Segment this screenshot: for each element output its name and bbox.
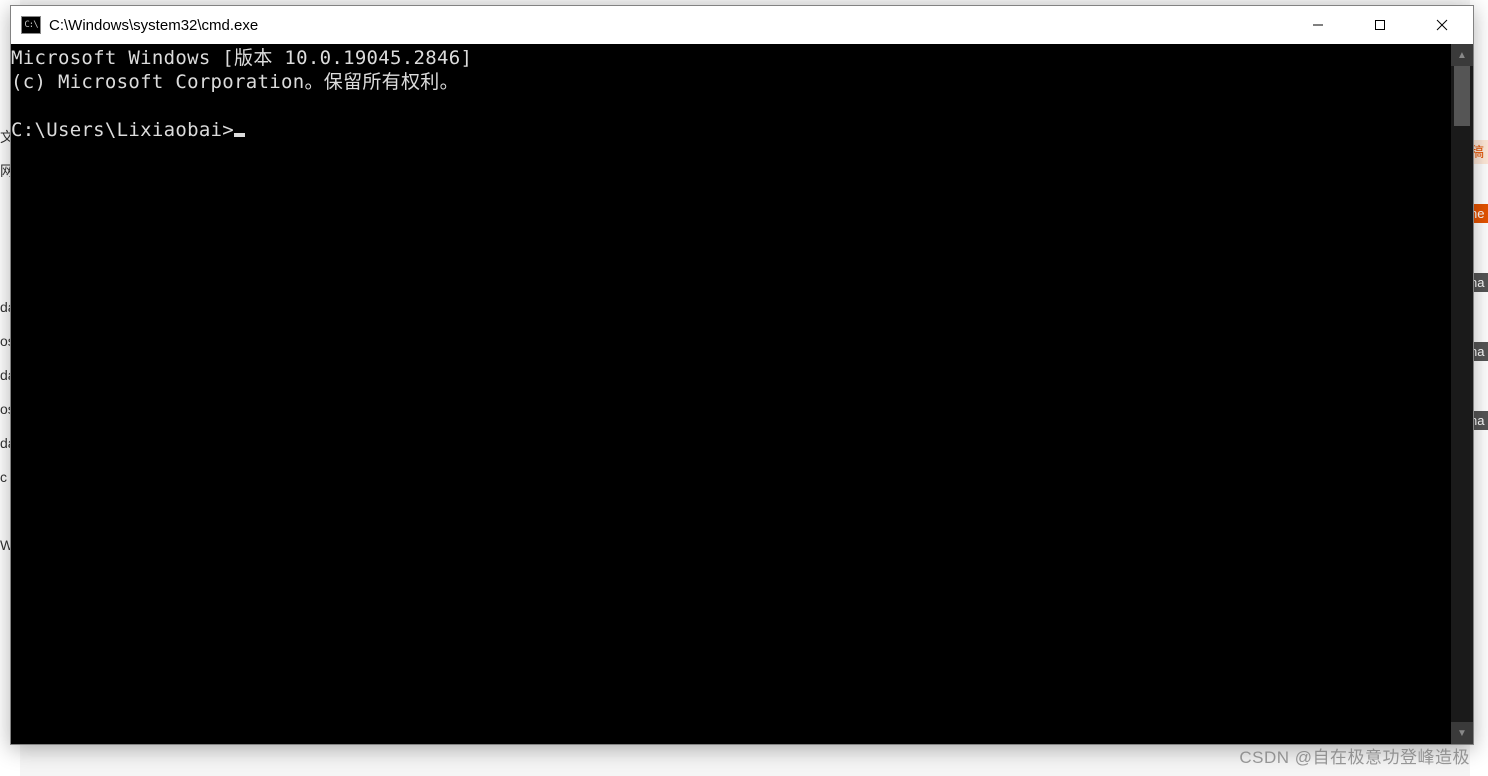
scroll-thumb[interactable] — [1454, 66, 1470, 126]
close-icon — [1436, 19, 1448, 31]
scroll-down-button[interactable]: ▼ — [1451, 722, 1473, 744]
maximize-button[interactable] — [1349, 6, 1411, 44]
window-title: C:\Windows\system32\cmd.exe — [49, 17, 1287, 34]
watermark-text: CSDN @自在极意功登峰造极 — [1239, 743, 1470, 768]
scroll-track[interactable] — [1451, 66, 1473, 722]
version-line: Microsoft Windows [版本 10.0.19045.2846] — [11, 47, 472, 69]
prompt: C:\Users\Lixiaobai> — [11, 119, 234, 141]
close-button[interactable] — [1411, 6, 1473, 44]
minimize-icon — [1312, 19, 1324, 31]
cmd-icon: C:\ — [21, 16, 41, 34]
console-area: Microsoft Windows [版本 10.0.19045.2846] (… — [11, 44, 1473, 744]
window-controls — [1287, 6, 1473, 44]
cmd-window: C:\ C:\Windows\system32\cmd.exe Microsof… — [10, 5, 1474, 745]
titlebar[interactable]: C:\ C:\Windows\system32\cmd.exe — [11, 6, 1473, 44]
maximize-icon — [1374, 19, 1386, 31]
copyright-line: (c) Microsoft Corporation。保留所有权利。 — [11, 71, 459, 93]
console-output[interactable]: Microsoft Windows [版本 10.0.19045.2846] (… — [11, 44, 1451, 744]
cursor-icon — [234, 133, 245, 137]
minimize-button[interactable] — [1287, 6, 1349, 44]
scroll-up-button[interactable]: ▲ — [1451, 44, 1473, 66]
vertical-scrollbar[interactable]: ▲ ▼ — [1451, 44, 1473, 744]
